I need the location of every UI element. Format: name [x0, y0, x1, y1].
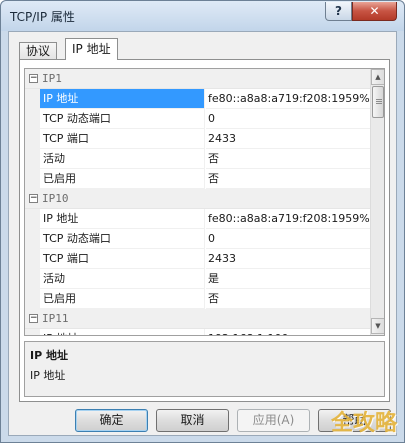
- property-row[interactable]: IP 地址 fe80::a8a8:a719:f208:1959%11: [25, 209, 370, 229]
- property-value[interactable]: fe80::a8a8:a719:f208:1959%13: [206, 89, 370, 109]
- property-row[interactable]: TCP 动态端口 0: [25, 109, 370, 129]
- property-name[interactable]: 已启用: [40, 289, 205, 309]
- title-bar[interactable]: TCP/IP 属性 ? ✕: [1, 1, 404, 31]
- property-name[interactable]: 活动: [40, 269, 205, 289]
- property-name[interactable]: IP 地址: [40, 329, 205, 335]
- property-value[interactable]: 0: [206, 229, 370, 249]
- scroll-up-glyph: ▲: [375, 73, 381, 81]
- property-grid: − IP1 IP 地址 fe80::a8a8:a719:f208:1959%13 TCP…: [24, 68, 385, 336]
- ok-button[interactable]: 确定: [75, 409, 148, 432]
- property-grid-rows: − IP1 IP 地址 fe80::a8a8:a719:f208:1959%13 TCP…: [25, 69, 370, 335]
- row-gutter: [25, 89, 40, 109]
- scroll-down-glyph: ▼: [375, 322, 381, 330]
- property-name[interactable]: IP 地址: [40, 209, 205, 229]
- row-gutter: [25, 329, 40, 335]
- scroll-thumb[interactable]: [372, 86, 384, 118]
- property-row[interactable]: IP 地址192.168.1.100: [25, 329, 370, 335]
- cancel-button[interactable]: 取消: [156, 409, 229, 432]
- property-row[interactable]: TCP 端口 2433: [25, 249, 370, 269]
- thumb-grip-line: [376, 99, 382, 100]
- property-value[interactable]: 2433: [206, 249, 370, 269]
- property-value[interactable]: 0: [206, 109, 370, 129]
- property-name[interactable]: 已启用: [40, 169, 205, 189]
- property-value[interactable]: 192.168.1.100: [206, 329, 370, 335]
- description-pane: IP 地址 IP 地址: [24, 341, 385, 397]
- collapse-toggle-icon[interactable]: −: [29, 74, 38, 83]
- close-icon: ✕: [369, 4, 380, 18]
- row-gutter: [25, 249, 40, 269]
- property-row[interactable]: 活动是: [25, 269, 370, 289]
- tab-protocol[interactable]: 协议: [19, 42, 58, 59]
- property-value[interactable]: 否: [206, 289, 370, 309]
- watermark-logo: 全攻略: [331, 411, 398, 436]
- help-title-button[interactable]: ?: [325, 2, 352, 21]
- property-row[interactable]: 已启用否: [25, 169, 370, 189]
- row-gutter: [25, 169, 40, 189]
- property-row[interactable]: IP 地址 fe80::a8a8:a719:f208:1959%13: [25, 89, 370, 109]
- tab-panel-ip-address: − IP1 IP 地址 fe80::a8a8:a719:f208:1959%13 TCP…: [19, 59, 390, 402]
- dialog-client-area: 协议 IP 地址 − IP1 IP 地址 fe80::a8a8:a719:f208:1…: [8, 31, 397, 436]
- category-row[interactable]: − IP10: [25, 189, 370, 209]
- property-name[interactable]: TCP 端口: [40, 249, 205, 269]
- row-gutter: [25, 229, 40, 249]
- thumb-grip-line: [376, 101, 382, 102]
- description-title: IP 地址: [30, 349, 68, 362]
- collapse-toggle-icon[interactable]: −: [29, 314, 38, 323]
- row-gutter: [25, 149, 40, 169]
- property-row[interactable]: TCP 动态端口 0: [25, 229, 370, 249]
- row-gutter: [25, 109, 40, 129]
- apply-button[interactable]: 应用(A): [237, 409, 310, 432]
- property-name[interactable]: 活动: [40, 149, 205, 169]
- row-gutter: [25, 269, 40, 289]
- row-gutter: [25, 129, 40, 149]
- row-gutter: [25, 289, 40, 309]
- close-button[interactable]: ✕: [352, 2, 397, 21]
- question-icon: ?: [335, 4, 342, 18]
- row-gutter: [25, 209, 40, 229]
- collapse-toggle-icon[interactable]: −: [29, 194, 38, 203]
- property-value[interactable]: 否: [206, 169, 370, 189]
- category-row[interactable]: − IP1: [25, 69, 370, 89]
- property-value[interactable]: 是: [206, 269, 370, 289]
- property-name[interactable]: IP 地址: [40, 89, 205, 109]
- property-name[interactable]: TCP 动态端口: [40, 109, 205, 129]
- property-row[interactable]: 已启用否: [25, 289, 370, 309]
- vertical-scrollbar[interactable]: ▲ ▼: [370, 69, 384, 335]
- scroll-down-arrow-icon[interactable]: ▼: [371, 318, 384, 334]
- scroll-up-arrow-icon[interactable]: ▲: [371, 69, 384, 85]
- category-label: IP11: [42, 312, 69, 325]
- property-value[interactable]: 2433: [206, 129, 370, 149]
- property-row[interactable]: 活动否: [25, 149, 370, 169]
- category-label: IP1: [42, 72, 62, 85]
- tcpip-properties-dialog: TCP/IP 属性 ? ✕ 协议 IP 地址 − IP1 IP 地址 fe80::a8…: [0, 0, 405, 443]
- window-title: TCP/IP 属性: [10, 10, 75, 24]
- category-label: IP10: [42, 192, 69, 205]
- property-name[interactable]: TCP 动态端口: [40, 229, 205, 249]
- tab-ip-address[interactable]: IP 地址: [65, 38, 118, 60]
- property-row[interactable]: TCP 端口 2433: [25, 129, 370, 149]
- property-value[interactable]: 否: [206, 149, 370, 169]
- category-row[interactable]: − IP11: [25, 309, 370, 329]
- property-value[interactable]: fe80::a8a8:a719:f208:1959%11: [206, 209, 370, 229]
- description-text: IP 地址: [30, 369, 66, 382]
- property-name[interactable]: TCP 端口: [40, 129, 205, 149]
- thumb-grip-line: [376, 103, 382, 104]
